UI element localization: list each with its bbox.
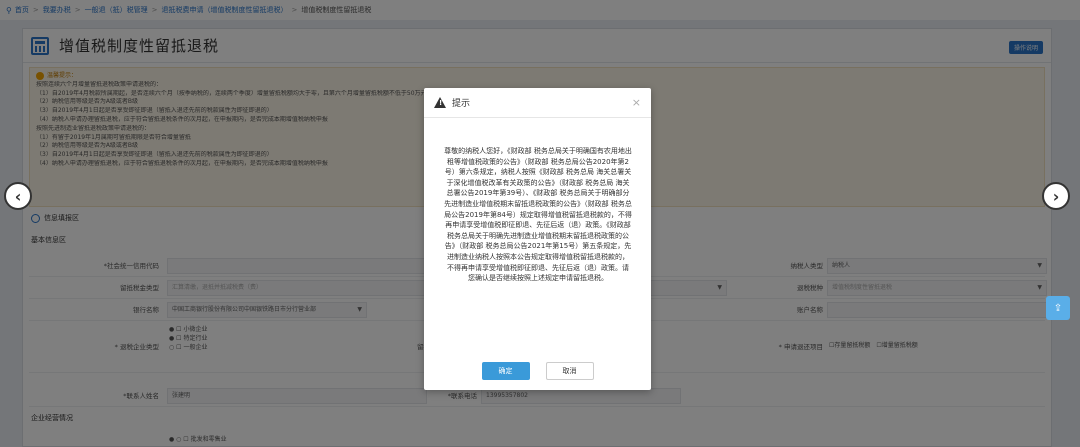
- cancel-button[interactable]: 取消: [545, 362, 594, 380]
- dialog-header: ! 提示: [424, 88, 651, 118]
- dialog-footer: 确定 取消: [424, 362, 651, 380]
- close-icon[interactable]: ×: [632, 96, 641, 109]
- dialog-message: 尊敬的纳税人您好，《财政部 税务总局关于明确国有农用地出租等增值税政策的公告》（…: [444, 147, 632, 283]
- confirm-dialog: ! 提示 × 尊敬的纳税人您好，《财政部 税务总局关于明确国有农用地出租等增值税…: [424, 88, 651, 390]
- next-arrow-icon[interactable]: ›: [1042, 182, 1070, 210]
- confirm-button[interactable]: 确定: [481, 362, 530, 380]
- float-tool-icon[interactable]: ⇪: [1046, 296, 1070, 320]
- warning-icon: !: [434, 97, 446, 108]
- dialog-title: 提示: [452, 99, 471, 109]
- prev-arrow-icon[interactable]: ‹: [4, 182, 32, 210]
